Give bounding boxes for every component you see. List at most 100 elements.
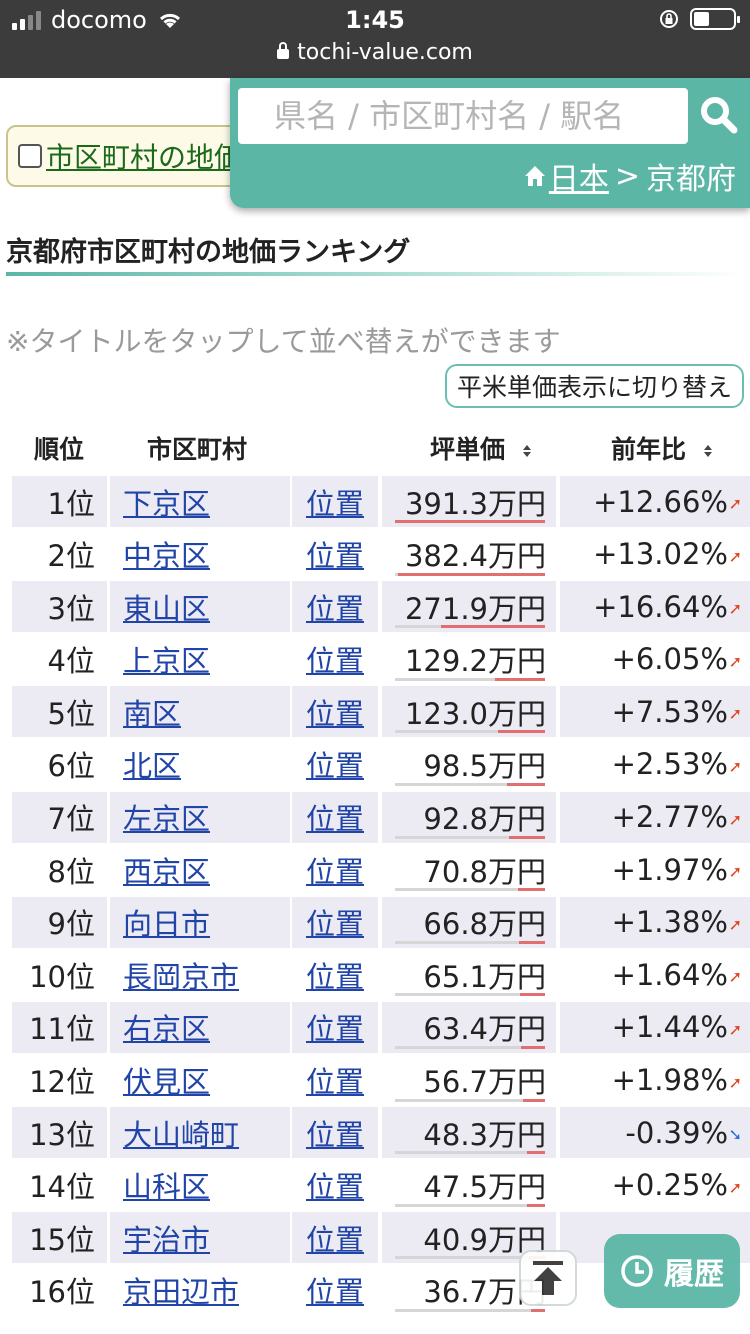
- area-checkbox[interactable]: [18, 144, 42, 168]
- header-price[interactable]: 坪単価: [430, 430, 533, 466]
- location-link[interactable]: 位置: [306, 1059, 364, 1101]
- city-link[interactable]: 西京区: [123, 849, 210, 891]
- diff-cell: +12.66% ➚: [560, 476, 750, 527]
- city-cell: 中京区: [110, 529, 290, 580]
- location-link[interactable]: 位置: [306, 1112, 364, 1154]
- trend-up-icon: ➚: [728, 1072, 742, 1092]
- breadcrumb-home-label[interactable]: 日本: [549, 154, 609, 198]
- city-link[interactable]: 上京区: [123, 638, 210, 680]
- price-text: 391.3万円: [404, 486, 546, 521]
- url-text: tochi-value.com: [297, 40, 473, 65]
- price-text: 70.8万円: [423, 854, 546, 889]
- city-cell: 京田辺市: [110, 1265, 290, 1316]
- location-link[interactable]: 位置: [306, 533, 364, 575]
- rank-text: 13位: [29, 1117, 95, 1152]
- rank-text: 5位: [47, 696, 95, 731]
- location-link[interactable]: 位置: [306, 1269, 364, 1311]
- price-text: 123.0万円: [404, 696, 546, 731]
- rank-cell: 4位: [12, 634, 107, 685]
- breadcrumb-home[interactable]: 日本: [523, 154, 609, 198]
- location-link[interactable]: 位置: [306, 1006, 364, 1048]
- location-link[interactable]: 位置: [306, 743, 364, 785]
- rank-cell: 16位: [12, 1265, 107, 1316]
- trend-up-icon: ➚: [728, 809, 742, 829]
- price-bar-fill: [526, 1203, 545, 1207]
- city-link[interactable]: 大山崎町: [123, 1112, 239, 1154]
- table-row: 4位 上京区 位置 129.2万円 +6.05% ➚: [0, 634, 750, 687]
- scroll-to-top-button[interactable]: [519, 1250, 577, 1306]
- unit-toggle-button[interactable]: 平米単価表示に切り替え: [444, 364, 744, 408]
- rank-text: 12位: [29, 1065, 95, 1100]
- table-row: 13位 大山崎町 位置 48.3万円 -0.39% ➘: [0, 1107, 750, 1160]
- city-cell: 大山崎町: [110, 1107, 290, 1159]
- table-header: 順位 市区町村 坪単価 前年比: [0, 418, 750, 474]
- price-bar: [395, 520, 545, 523]
- city-link[interactable]: 宇治市: [123, 1217, 210, 1259]
- header-rank[interactable]: 順位: [34, 430, 84, 466]
- breadcrumb: 日本 > 京都府: [523, 154, 736, 198]
- location-link[interactable]: 位置: [306, 481, 364, 523]
- city-link[interactable]: 下京区: [123, 481, 210, 523]
- diff-cell: +2.77% ➚: [560, 791, 750, 843]
- header-city[interactable]: 市区町村: [147, 430, 247, 466]
- price-bar-fill: [517, 888, 545, 892]
- city-link[interactable]: 東山区: [123, 586, 210, 628]
- search-icon[interactable]: [694, 90, 744, 140]
- price-bar: [395, 993, 545, 997]
- city-link[interactable]: 右京区: [123, 1006, 210, 1048]
- diff-cell: +1.97% ➚: [560, 844, 750, 895]
- price-bar-fill: [509, 835, 545, 839]
- search-input[interactable]: [238, 88, 688, 144]
- sort-note: ※タイトルをタップして並べ替えができます: [6, 325, 561, 358]
- diff-cell: +13.02% ➚: [560, 529, 750, 580]
- city-link[interactable]: 京田辺市: [123, 1269, 239, 1311]
- price-bar-fill: [520, 1045, 545, 1049]
- rank-text: 15位: [29, 1222, 95, 1257]
- price-text: 63.4万円: [423, 1012, 546, 1047]
- price-bar: [395, 888, 545, 892]
- location-link[interactable]: 位置: [306, 1217, 364, 1259]
- table-row: 6位 北区 位置 98.5万円 +2.53% ➚: [0, 739, 750, 792]
- location-cell: 位置: [292, 739, 378, 790]
- table-row: 1位 下京区 位置 391.3万円 +12.66% ➚: [0, 476, 750, 529]
- rank-cell: 8位: [12, 844, 107, 895]
- location-link[interactable]: 位置: [306, 954, 364, 996]
- history-button[interactable]: 履歴: [604, 1234, 740, 1308]
- url-bar[interactable]: tochi-value.com: [0, 40, 750, 65]
- lock-icon: [277, 42, 290, 59]
- location-cell: 位置: [292, 1001, 378, 1053]
- location-link[interactable]: 位置: [306, 901, 364, 943]
- city-link[interactable]: 長岡京市: [123, 954, 239, 996]
- area-toggle-link[interactable]: 市区町村の地価: [46, 136, 242, 176]
- city-link[interactable]: 山科区: [123, 1164, 210, 1206]
- city-link[interactable]: 伏見区: [123, 1059, 210, 1101]
- trend-up-icon: ➚: [728, 1019, 742, 1039]
- city-link[interactable]: 左京区: [123, 796, 210, 838]
- trend-up-icon: ➚: [728, 914, 742, 934]
- diff-cell: +7.53% ➚: [560, 686, 750, 738]
- diff-text: +7.53%: [611, 694, 728, 729]
- price-bar-fill: [520, 993, 545, 997]
- rank-text: 16位: [29, 1275, 95, 1310]
- location-link[interactable]: 位置: [306, 849, 364, 891]
- rank-cell: 15位: [12, 1212, 107, 1264]
- city-link[interactable]: 南区: [123, 691, 181, 733]
- location-link[interactable]: 位置: [306, 1164, 364, 1206]
- location-link[interactable]: 位置: [306, 796, 364, 838]
- price-bar-fill: [523, 1098, 545, 1102]
- location-link[interactable]: 位置: [306, 691, 364, 733]
- location-link[interactable]: 位置: [306, 638, 364, 680]
- table-row: 8位 西京区 位置 70.8万円 +1.97% ➚: [0, 844, 750, 897]
- diff-cell: +1.38% ➚: [560, 896, 750, 948]
- price-text: 47.5万円: [423, 1170, 546, 1205]
- location-link[interactable]: 位置: [306, 586, 364, 628]
- price-bar-fill: [497, 730, 545, 734]
- header-diff[interactable]: 前年比: [611, 430, 714, 466]
- city-link[interactable]: 中京区: [123, 533, 210, 575]
- breadcrumb-separator: >: [614, 158, 640, 194]
- trend-up-icon: ➚: [728, 494, 742, 513]
- table-row: 2位 中京区 位置 382.4万円 +13.02% ➚: [0, 529, 750, 582]
- city-link[interactable]: 北区: [123, 743, 181, 785]
- rank-cell: 11位: [12, 1001, 107, 1053]
- city-link[interactable]: 向日市: [123, 901, 210, 943]
